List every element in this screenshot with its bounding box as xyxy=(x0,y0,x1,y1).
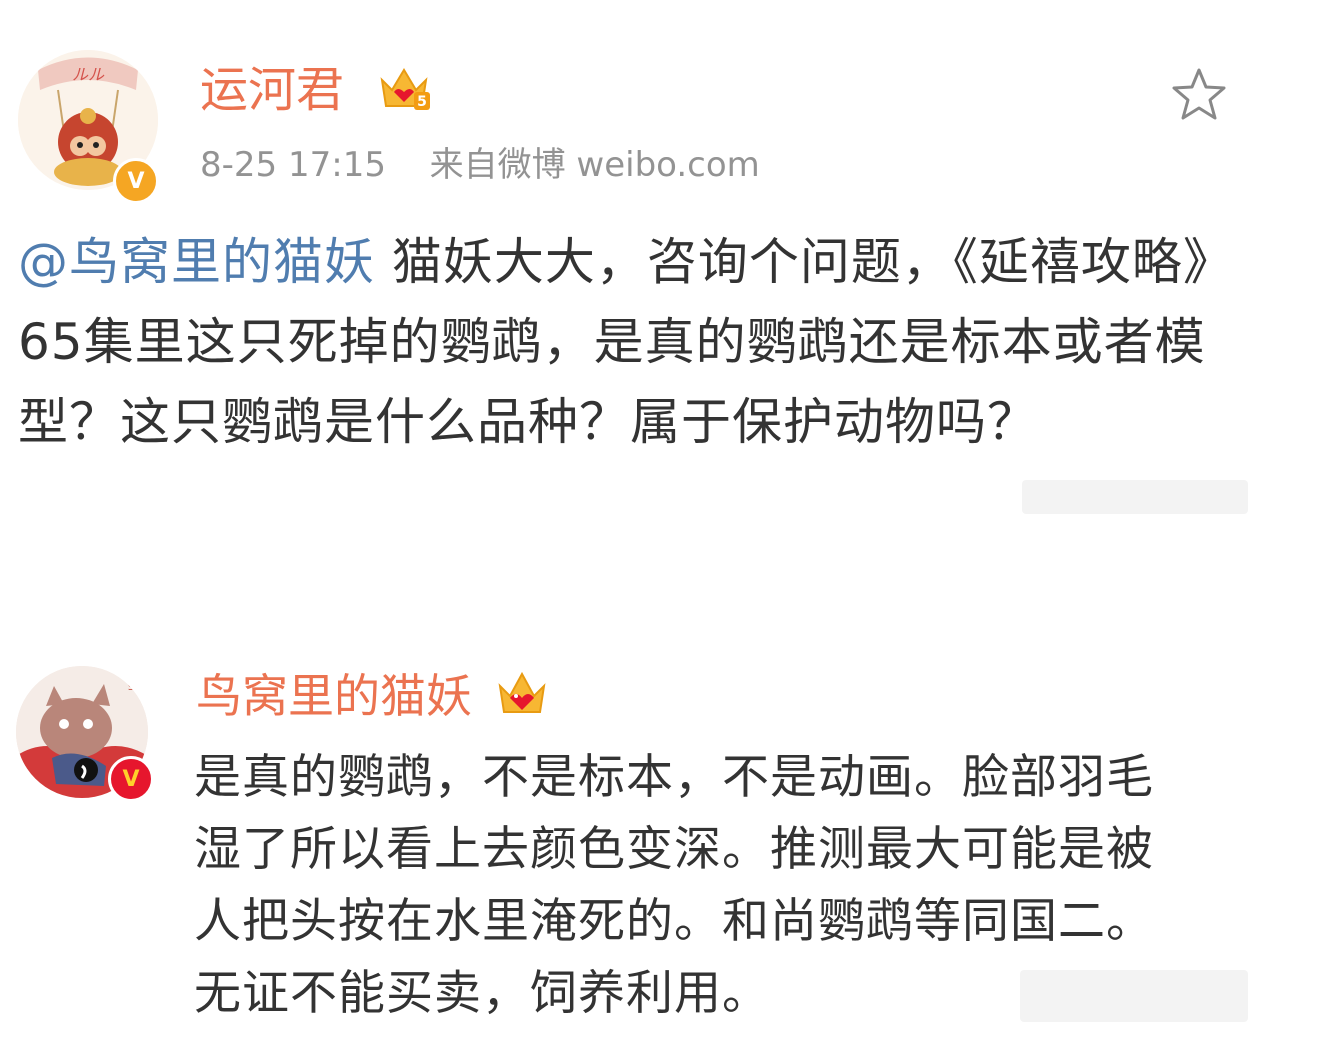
svg-text:5: 5 xyxy=(417,94,427,110)
crown-icon xyxy=(498,671,546,713)
svg-text:ルル: ルル xyxy=(72,65,105,84)
reply-avatar[interactable]: SP V xyxy=(16,666,156,806)
post-meta: 8-25 17:15 来自微博 weibo.com xyxy=(200,145,760,185)
verified-v-icon: V xyxy=(108,756,154,802)
star-outline-icon[interactable] xyxy=(1170,66,1228,124)
weibo-reply: SP V 鸟窝里的猫妖 是真的鹦鹉，不是标本，不是动画。脸部羽毛湿了所以看上去颜… xyxy=(0,600,1322,1060)
post-avatar[interactable]: ルル V xyxy=(18,30,159,204)
weibo-post: ルル V 运河君 5 8-25 17:15 来自微博 weibo.com @鸟窝… xyxy=(0,0,1322,600)
reply-username[interactable]: 鸟窝里的猫妖 xyxy=(196,668,472,724)
blurred-watermark xyxy=(1020,970,1248,1022)
blurred-watermark xyxy=(1022,480,1248,514)
crown-icon: 5 xyxy=(380,68,430,110)
post-body: @鸟窝里的猫妖 猫妖大大，咨询个问题，《延禧攻略》65集里这只死掉的鹦鹉，是真的… xyxy=(18,222,1228,462)
svg-text:SP: SP xyxy=(128,683,140,693)
mention-link[interactable]: @鸟窝里的猫妖 xyxy=(18,233,375,291)
verified-v-icon: V xyxy=(113,158,159,204)
post-username[interactable]: 运河君 xyxy=(200,62,344,118)
post-source[interactable]: 来自微博 weibo.com xyxy=(430,145,760,185)
post-date: 8-25 17:15 xyxy=(200,145,386,185)
